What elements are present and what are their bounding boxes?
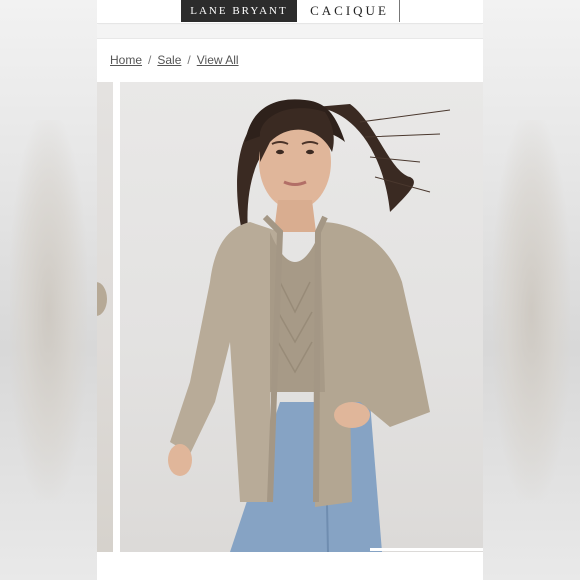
- page-footer-strip: [97, 560, 483, 580]
- model-photo: [168, 99, 451, 552]
- product-page: LANE BRYANT CACIQUE Home / Sale / View A…: [97, 0, 483, 580]
- previous-image-peek[interactable]: [97, 82, 113, 552]
- letterbox-left: [0, 0, 97, 580]
- breadcrumb-view-all[interactable]: View All: [197, 53, 239, 67]
- brand-tab-cacique[interactable]: CACIQUE: [300, 0, 400, 22]
- brand-nav: LANE BRYANT CACIQUE: [97, 0, 483, 24]
- product-image[interactable]: [120, 82, 483, 552]
- breadcrumb-separator: /: [187, 53, 191, 67]
- letterbox-right: [483, 0, 580, 580]
- breadcrumb-home[interactable]: Home: [110, 53, 142, 67]
- breadcrumb-separator: /: [148, 53, 152, 67]
- breadcrumb: Home / Sale / View All: [110, 53, 239, 67]
- breadcrumb-sale[interactable]: Sale: [157, 53, 181, 67]
- brand-tab-lane-bryant[interactable]: LANE BRYANT: [181, 0, 297, 22]
- nav-divider: [97, 25, 483, 39]
- gallery-progress-indicator: [370, 548, 483, 551]
